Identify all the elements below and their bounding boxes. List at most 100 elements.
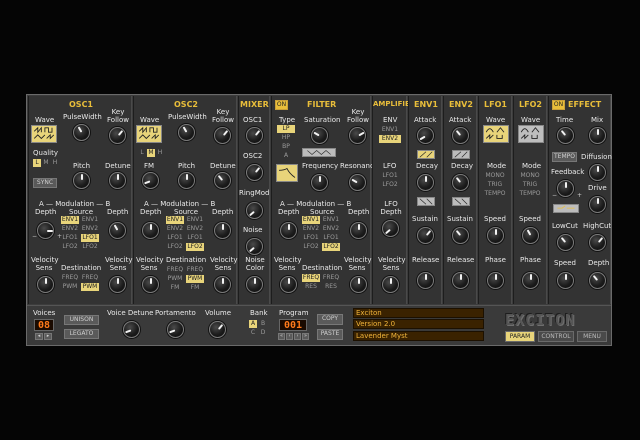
effect-drive-knob[interactable] xyxy=(589,196,606,213)
osc2-source-a-lfo1[interactable]: LFO1 xyxy=(166,234,184,242)
osc1-depth-a-knob[interactable] xyxy=(37,222,54,239)
bank-c[interactable]: C xyxy=(249,329,257,337)
osc1-source-a-env1[interactable]: ENV1 xyxy=(61,216,79,224)
osc1-dest-b-freq[interactable]: FREQ xyxy=(81,274,99,282)
osc2-source-a-lfo2[interactable]: LFO2 xyxy=(166,243,184,251)
lfo1-mode-selector[interactable]: MONO TRIG TEMPO xyxy=(483,172,507,199)
osc2-wave-selector[interactable] xyxy=(136,125,162,143)
voice-detune-knob[interactable] xyxy=(123,321,140,338)
bank-d[interactable]: D xyxy=(259,329,267,337)
amp-lfodepth-knob[interactable] xyxy=(382,220,399,237)
env1-sustain-knob[interactable] xyxy=(417,227,434,244)
osc1-vel-a-knob[interactable] xyxy=(37,276,54,293)
mixer-osc1-knob[interactable] xyxy=(246,127,263,144)
effect-routing-switch[interactable] xyxy=(553,204,579,213)
program-first-button[interactable]: « xyxy=(278,333,285,340)
lfo2-mode-trig[interactable]: TRIG xyxy=(518,181,542,189)
osc1-dest-b-pwm[interactable]: PWM xyxy=(81,283,99,291)
mixer-osc2-knob[interactable] xyxy=(246,164,263,181)
tab-param[interactable]: PARAM xyxy=(505,331,535,342)
osc1-source-b-lfo2[interactable]: LFO2 xyxy=(81,243,99,251)
osc1-source-a-lfo1[interactable]: LFO1 xyxy=(61,234,79,242)
osc2-detune-knob[interactable] xyxy=(214,172,231,189)
amp-lfo-lfo2[interactable]: LFO2 xyxy=(379,181,401,189)
osc1-quality-m[interactable]: M xyxy=(42,159,50,167)
osc1-dest-a-freq[interactable]: FREQ xyxy=(61,274,79,282)
osc2-depth-a-knob[interactable] xyxy=(142,222,159,239)
osc2-dest-a-pwm[interactable]: PWM xyxy=(166,275,184,283)
amp-lfo-lfo1[interactable]: LFO1 xyxy=(379,172,401,180)
mixer-ringmod-knob[interactable] xyxy=(246,202,263,219)
env2-sustain-knob[interactable] xyxy=(452,227,469,244)
osc2-quality-h[interactable]: H xyxy=(156,149,164,157)
effect-feedback-knob[interactable] xyxy=(557,180,574,197)
unison-button[interactable]: UNISON xyxy=(64,315,99,325)
osc2-source-b-lfo2[interactable]: LFO2 xyxy=(186,243,204,251)
osc2-depth-b-knob[interactable] xyxy=(214,222,231,239)
osc2-source-b-env2[interactable]: ENV2 xyxy=(186,225,204,233)
filter-keyfollow-knob[interactable] xyxy=(349,127,366,144)
env1-attack-curve[interactable] xyxy=(417,150,435,159)
volume-knob[interactable] xyxy=(209,321,226,338)
env2-release-knob[interactable] xyxy=(452,272,469,289)
filter-vel-b-knob[interactable] xyxy=(350,276,367,293)
lfo2-mode-tempo[interactable]: TEMPO xyxy=(518,190,542,198)
osc1-wave-selector[interactable] xyxy=(31,125,57,143)
env2-attack-knob[interactable] xyxy=(452,127,469,144)
effect-mix-knob[interactable] xyxy=(589,127,606,144)
osc1-detune-knob[interactable] xyxy=(109,172,126,189)
mixer-noisecolor-knob[interactable] xyxy=(246,276,263,293)
osc2-dest-a-fm[interactable]: FM xyxy=(166,284,184,292)
lfo2-speed-knob[interactable] xyxy=(522,227,539,244)
osc2-keyfollow-knob[interactable] xyxy=(214,127,231,144)
copy-button[interactable]: COPY xyxy=(317,314,343,325)
amp-env-env1[interactable]: ENV1 xyxy=(379,126,401,134)
lfo2-mode-mono[interactable]: MONO xyxy=(518,172,542,180)
lfo1-speed-knob[interactable] xyxy=(487,227,504,244)
program-prev-button[interactable]: ‹ xyxy=(286,333,293,340)
filter-depth-b-knob[interactable] xyxy=(350,222,367,239)
osc1-keyfollow-knob[interactable] xyxy=(109,127,126,144)
lfo1-mode-trig[interactable]: TRIG xyxy=(483,181,507,189)
filter-depth-a-knob[interactable] xyxy=(280,222,297,239)
env2-decay-knob[interactable] xyxy=(452,174,469,191)
osc1-pitch-knob[interactable] xyxy=(73,172,90,189)
env2-attack-curve[interactable] xyxy=(452,150,470,159)
filter-on-button[interactable]: ON xyxy=(275,100,288,110)
filter-frequency-knob[interactable] xyxy=(311,174,328,191)
filter-type-selector[interactable]: LP HP BP A xyxy=(277,125,295,161)
osc1-source-b-lfo1[interactable]: LFO1 xyxy=(81,234,99,242)
filter-source-a-lfo2[interactable]: LFO2 xyxy=(302,243,320,251)
env1-decay-knob[interactable] xyxy=(417,174,434,191)
effect-highcut-knob[interactable] xyxy=(589,234,606,251)
amp-vel-knob[interactable] xyxy=(382,276,399,293)
osc2-quality-l[interactable]: L xyxy=(138,149,146,157)
osc2-fm-knob[interactable] xyxy=(142,172,159,189)
filter-source-a-env1[interactable]: ENV1 xyxy=(302,216,320,224)
effect-lowcut-knob[interactable] xyxy=(557,234,574,251)
osc1-source-a-env2[interactable]: ENV2 xyxy=(61,225,79,233)
filter-source-b-env1[interactable]: ENV1 xyxy=(322,216,340,224)
program-last-button[interactable]: » xyxy=(302,333,309,340)
osc2-source-a-env2[interactable]: ENV2 xyxy=(166,225,184,233)
bank-a[interactable]: A xyxy=(249,320,257,328)
env1-release-knob[interactable] xyxy=(417,272,434,289)
osc1-pulsewidth-knob[interactable] xyxy=(73,124,90,141)
filter-dest-b-freq[interactable]: FREQ xyxy=(322,274,340,282)
env1-attack-knob[interactable] xyxy=(417,127,434,144)
legato-button[interactable]: LEGATO xyxy=(64,329,99,339)
lfo2-phase-knob[interactable] xyxy=(522,272,539,289)
osc2-pulsewidth-knob[interactable] xyxy=(178,124,195,141)
patch-name-display[interactable]: Lavender Myst xyxy=(353,331,484,341)
amp-lfo-selector[interactable]: LFO1 LFO2 xyxy=(379,172,401,190)
lfo1-mode-tempo[interactable]: TEMPO xyxy=(483,190,507,198)
osc2-dest-b-freq[interactable]: FREQ xyxy=(186,266,204,274)
osc2-source-a-env1[interactable]: ENV1 xyxy=(166,216,184,224)
osc1-quality-h[interactable]: H xyxy=(51,159,59,167)
lfo2-mode-selector[interactable]: MONO TRIG TEMPO xyxy=(518,172,542,199)
voices-increment-button[interactable]: ▸ xyxy=(44,333,52,340)
filter-resonance-knob[interactable] xyxy=(349,174,366,191)
program-next-button[interactable]: › xyxy=(294,333,301,340)
amp-env-env2[interactable]: ENV2 xyxy=(379,135,401,143)
mixer-noise-knob[interactable] xyxy=(246,238,263,255)
